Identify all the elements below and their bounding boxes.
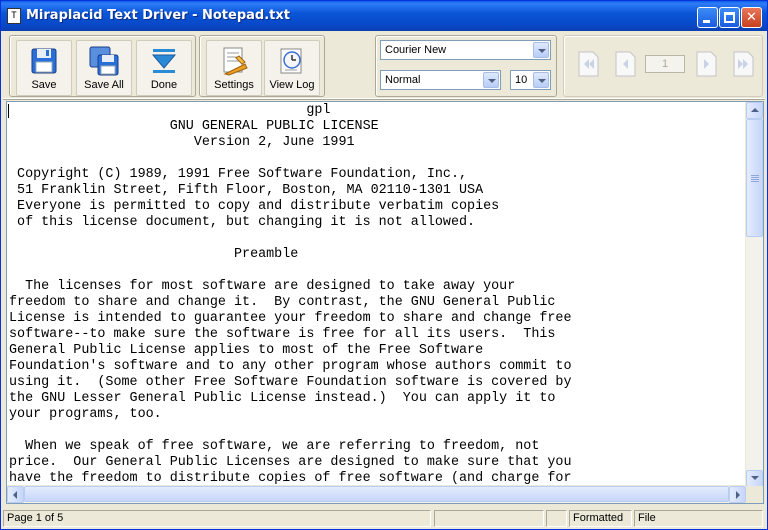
view-log-button[interactable]: View Log [264, 40, 320, 96]
document-line: Copyright (C) 1989, 1991 Free Software F… [9, 167, 468, 182]
font-style-select[interactable]: Normal [380, 70, 501, 90]
chevron-right-icon [736, 491, 740, 499]
save-label: Save [31, 79, 57, 91]
done-button[interactable]: Done [136, 40, 192, 96]
chevron-down-icon [751, 476, 759, 480]
document-line: When we speak of free software, we are r… [9, 439, 540, 454]
document-line: Everyone is permitted to copy and distri… [9, 199, 500, 214]
font-style-value: Normal [385, 74, 421, 86]
chevron-left-icon [13, 491, 17, 499]
first-page-icon[interactable] [575, 50, 601, 78]
log-clock-icon [280, 48, 302, 74]
document-line: gpl [9, 103, 331, 118]
horizontal-scroll-thumb[interactable] [24, 486, 729, 502]
document-line: have the freedom to distribute copies of… [9, 471, 572, 486]
status-mode: Formatted [569, 510, 632, 527]
chevron-down-icon[interactable] [533, 42, 549, 58]
maximize-icon [724, 12, 735, 23]
document-line: GNU GENERAL PUBLIC LICENSE [9, 119, 379, 134]
chevron-down-icon[interactable] [483, 72, 499, 88]
document-line: freedom to share and change it. By contr… [9, 295, 556, 310]
close-button[interactable]: ✕ [741, 7, 762, 28]
minimize-icon [703, 20, 710, 23]
vertical-scrollbar[interactable] [745, 102, 763, 487]
scroll-left-button[interactable] [7, 486, 24, 503]
status-page: Page 1 of 5 [3, 510, 431, 527]
scrollbar-corner [746, 486, 763, 503]
document-line: using it. (Some other Free Software Foun… [9, 375, 572, 390]
floppy-disk-icon [31, 48, 57, 74]
font-controls-group: Courier New Normal 10 [375, 35, 557, 97]
app-window: T Miraplacid Text Driver - Notepad.txt ✕… [0, 0, 768, 530]
document-line: License is intended to guarantee your fr… [9, 311, 572, 326]
maximize-button[interactable] [719, 7, 740, 28]
status-empty-2 [546, 510, 567, 527]
status-bar: Page 1 of 5 Formatted File [3, 508, 765, 528]
document-line: your programs, too. [9, 407, 162, 422]
document-line: Version 2, June 1991 [9, 135, 355, 150]
save-button[interactable]: Save [16, 40, 72, 96]
document-lines: gpl GNU GENERAL PUBLIC LICENSE Version 2… [9, 103, 747, 487]
font-size-value: 10 [515, 74, 528, 86]
document-line: The licenses for most software are desig… [9, 279, 516, 294]
chevron-down-icon[interactable] [533, 72, 549, 88]
document-line: General Public License applies to most o… [9, 343, 484, 358]
page-number-input[interactable]: 1 [645, 55, 685, 73]
settings-label: Settings [214, 79, 254, 91]
vertical-scroll-thumb[interactable] [746, 119, 763, 237]
window-title: Miraplacid Text Driver - Notepad.txt [26, 8, 290, 23]
font-size-select[interactable]: 10 [510, 70, 551, 90]
status-empty-1 [434, 510, 544, 527]
document-line: Preamble [9, 247, 299, 262]
text-caret [8, 104, 9, 118]
status-source: File [634, 510, 763, 527]
file-actions-group: Save Save All Done [9, 35, 196, 97]
font-name-select[interactable]: Courier New [380, 40, 551, 60]
text-editor[interactable]: gpl GNU GENERAL PUBLIC LICENSE Version 2… [6, 101, 764, 504]
app-icon[interactable]: T [7, 8, 21, 24]
previous-page-icon[interactable] [612, 50, 638, 78]
document-line: the GNU Lesser General Public License in… [9, 391, 556, 406]
view-log-label: View Log [269, 79, 315, 91]
save-all-button[interactable]: Save All [76, 40, 132, 96]
minimize-button[interactable] [697, 7, 718, 28]
floppy-disks-icon [89, 46, 119, 76]
document-line: of this license document, but changing i… [9, 215, 476, 230]
last-page-icon[interactable] [730, 50, 756, 78]
scroll-up-button[interactable] [746, 102, 763, 119]
close-icon: ✕ [746, 10, 757, 25]
settings-document-icon [223, 47, 248, 76]
save-all-label: Save All [84, 79, 124, 91]
scroll-right-button[interactable] [729, 486, 746, 503]
horizontal-scrollbar[interactable] [7, 485, 746, 503]
document-line: Foundation's software and to any other p… [9, 359, 572, 374]
settings-button[interactable]: Settings [206, 40, 262, 96]
chevron-up-icon [751, 108, 759, 112]
toolbar: Save Save All Done Settings View Log Cou… [3, 32, 765, 99]
down-arrow-icon [151, 49, 177, 73]
title-bar[interactable]: T Miraplacid Text Driver - Notepad.txt ✕ [1, 1, 767, 31]
document-line: price. Our General Public Licenses are d… [9, 455, 572, 470]
document-text[interactable]: gpl GNU GENERAL PUBLIC LICENSE Version 2… [9, 103, 747, 489]
font-name-value: Courier New [385, 44, 447, 56]
document-line: 51 Franklin Street, Fifth Floor, Boston,… [9, 183, 484, 198]
scroll-down-button[interactable] [746, 470, 763, 487]
document-line: software--to make sure the software is f… [9, 327, 556, 342]
done-label: Done [150, 79, 178, 91]
next-page-icon[interactable] [693, 50, 719, 78]
tools-group: Settings View Log [199, 35, 325, 97]
